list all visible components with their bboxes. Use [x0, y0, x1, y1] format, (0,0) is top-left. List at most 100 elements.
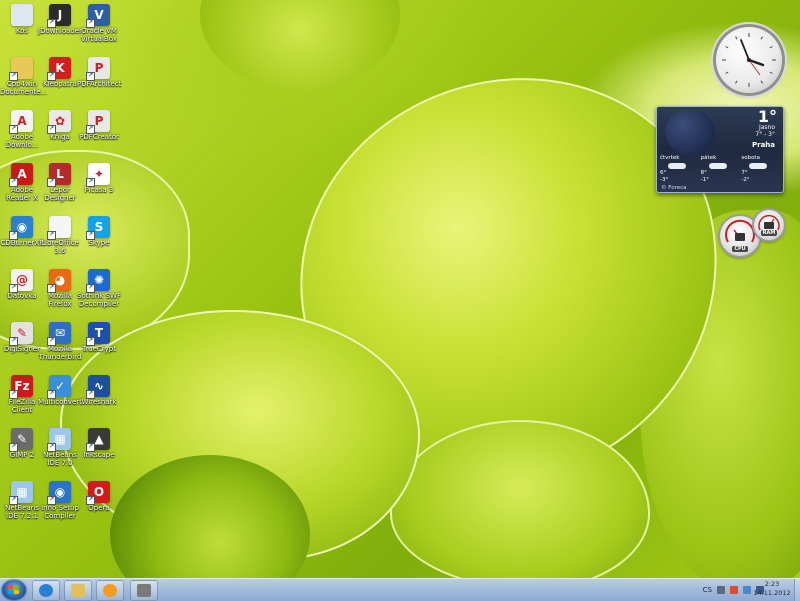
moon-icon — [665, 109, 715, 155]
desktop-icon-label: Picasa 3 — [84, 186, 114, 194]
desktop-icon-netbeans70[interactable]: ▦ ↗ NetBeans IDE 7.0 — [38, 425, 82, 477]
cpu-meter-label: CPU — [732, 246, 748, 252]
pdfcreator-icon: P ↗ — [86, 110, 110, 134]
media-player-icon — [103, 584, 117, 597]
desktop-icon-label: Sothink SWF Decompiler — [77, 292, 121, 308]
show-desktop-button[interactable] — [794, 579, 800, 601]
filezilla-icon: Fz ↗ — [9, 375, 33, 399]
libreoffice-icon: ↗ — [47, 216, 71, 240]
desktop-icon-label: Inkscape — [83, 451, 115, 459]
pdfarchitect-icon: P ↗ — [86, 57, 110, 81]
tray-arrow-icon[interactable] — [717, 586, 725, 594]
desktop-icon-label: Multiconvert — [38, 398, 82, 406]
clock-face-icon — [722, 33, 776, 87]
language-indicator[interactable]: CS — [703, 586, 712, 594]
taskbar-button-mediaplayer[interactable] — [96, 580, 124, 601]
shortcut-arrow-icon: ↗ — [86, 443, 95, 452]
shortcut-arrow-icon: ↗ — [86, 496, 95, 505]
desktop-icon-label: PDFArchitect — [77, 80, 122, 88]
desktop-icon-kniga[interactable]: ✿ ↗ Kniga — [38, 107, 82, 159]
desktop-icon-firefox[interactable]: ◕ ↗ Mozilla Firefox — [38, 266, 82, 318]
shortcut-arrow-icon: ↗ — [9, 496, 18, 505]
desktop-icon-label: Opera — [88, 504, 110, 512]
desktop-icon-innosetup[interactable]: ◉ ↗ Inno Setup Compiler — [38, 478, 82, 530]
ribbon-award-icon: ✿ ↗ — [47, 110, 71, 134]
desktop-icon-inkscape[interactable]: ▲ ↗ Inkscape — [77, 425, 121, 477]
desktop-icon-jdownloader[interactable]: J ↗ JDownloader — [38, 1, 82, 53]
netbeans-icon: ▦ ↗ — [47, 428, 71, 452]
inkscape-icon: ▲ ↗ — [86, 428, 110, 452]
desktop-icon-picasa[interactable]: ✦ ↗ Picasa 3 — [77, 160, 121, 212]
desktop-icon-thunderbird[interactable]: ✉ ↗ Mozilla Thunderbird — [38, 319, 82, 371]
shortcut-arrow-icon: ↗ — [9, 125, 18, 134]
ram-gauge-icon: RAM — [754, 210, 784, 240]
desktop-icon-label: TrueCrypt — [82, 345, 116, 353]
skype-icon: S ↗ — [86, 216, 110, 240]
desktop-icon-kleopatra[interactable]: K ↗ Kleopatra — [38, 54, 82, 106]
shortcut-arrow-icon: ↗ — [47, 443, 56, 452]
desktop-icon-label: LibreOffice 3.6 — [41, 239, 79, 255]
folder-icon: ↗ — [9, 57, 33, 81]
adobe-reader-icon: A ↗ — [9, 163, 33, 187]
explorer-folder-icon — [71, 584, 85, 597]
forecast-high: 6° — [660, 170, 667, 176]
shortcut-arrow-icon: ↗ — [47, 125, 56, 134]
desktop-icon-label: Skype — [88, 239, 110, 247]
desktop-icon-lepor[interactable]: L ↗ Lepor Designer — [38, 160, 82, 212]
desktop-icon-pdfarchitect[interactable]: P ↗ PDFArchitect — [77, 54, 121, 106]
taskbar-clock[interactable]: 2:23 14.11.2012 — [750, 580, 794, 598]
desktop-icon-swfdecompiler[interactable]: ✺ ↗ Sothink SWF Decompiler — [77, 266, 121, 318]
taskbar: CS 2:23 14.11.2012 — [0, 578, 800, 601]
desktop-icon-multiconvert[interactable]: ✓ ↗ Multiconvert — [38, 372, 82, 424]
shortcut-arrow-icon: ↗ — [9, 284, 18, 293]
virtualbox-icon: V ↗ — [86, 4, 110, 28]
thunderbird-icon: ✉ ↗ — [47, 322, 71, 346]
desktop-icon-label: Mozilla Firefox — [47, 292, 73, 308]
cpu-meter-gadget[interactable]: CPU RAM — [716, 208, 788, 260]
desktop-icon-pdfcreator[interactable]: P ↗ PDFCreator — [77, 107, 121, 159]
shortcut-arrow-icon: ↗ — [86, 125, 95, 134]
weather-gadget[interactable]: 1° Jasno 7° - 3° Praha čtvrtek 6° -3° pá… — [656, 106, 784, 193]
shortcut-arrow-icon: ↗ — [47, 337, 56, 346]
shortcut-arrow-icon: ↗ — [86, 178, 95, 187]
forecast-day-name: pátek — [700, 155, 717, 161]
desktop-icon-wireshark[interactable]: ∿ ↗ Wireshark — [77, 372, 121, 424]
taskbar-button-ie[interactable] — [32, 580, 60, 601]
shortcut-arrow-icon: ↗ — [86, 390, 95, 399]
shortcut-arrow-icon: ↗ — [9, 72, 18, 81]
cloud-icon — [749, 163, 768, 169]
lepor-designer-icon: L ↗ — [47, 163, 71, 187]
desktop-icon-label: Kniga — [50, 133, 70, 141]
desktop-icon-label: Lepor Designer — [44, 186, 76, 202]
desktop-icon-opera[interactable]: O ↗ Opera — [77, 478, 121, 530]
kleopatra-icon: K ↗ — [47, 57, 71, 81]
action-center-flag-icon[interactable] — [730, 586, 738, 594]
forecast-high: 7° — [741, 170, 748, 176]
shortcut-arrow-icon: ↗ — [47, 496, 56, 505]
taskbar-button-gimp[interactable] — [130, 580, 158, 601]
desktop-icon-libreoffice[interactable]: ↗ LibreOffice 3.6 — [38, 213, 82, 265]
desktop-icon-label: PDFCreator — [79, 133, 119, 141]
forecast-day: sobota 7° -2° — [740, 155, 781, 184]
shortcut-arrow-icon: ↗ — [47, 231, 56, 240]
desktop-icon-virtualbox[interactable]: V ↗ Oracle VM VirtualBox — [77, 1, 121, 53]
wireshark-icon: ∿ ↗ — [86, 375, 110, 399]
desktop-icon-skype[interactable]: S ↗ Skype — [77, 213, 121, 265]
forecast-day-name: čtvrtek — [660, 155, 680, 161]
start-button[interactable] — [2, 580, 26, 600]
desktop-icon-label: NetBeans IDE 7.0 — [43, 451, 77, 467]
forecast-low: -3° — [660, 177, 669, 183]
firefox-icon: ◕ ↗ — [47, 269, 71, 293]
jdownloader-icon: J ↗ — [47, 4, 71, 28]
multiconvert-icon: ✓ ↗ — [47, 375, 71, 399]
taskbar-button-explorer[interactable] — [64, 580, 92, 601]
cloud-icon — [668, 163, 686, 169]
wallpaper-leaf — [200, 0, 400, 90]
shortcut-arrow-icon: ↗ — [47, 178, 56, 187]
clock-gadget[interactable] — [716, 27, 782, 93]
gimp-icon — [137, 584, 151, 597]
desktop-icon-truecrypt[interactable]: T ↗ TrueCrypt — [77, 319, 121, 371]
forecast-high: 8° — [700, 170, 707, 176]
shortcut-arrow-icon: ↗ — [47, 19, 56, 28]
pen-icon: ✎ ↗ — [9, 322, 33, 346]
